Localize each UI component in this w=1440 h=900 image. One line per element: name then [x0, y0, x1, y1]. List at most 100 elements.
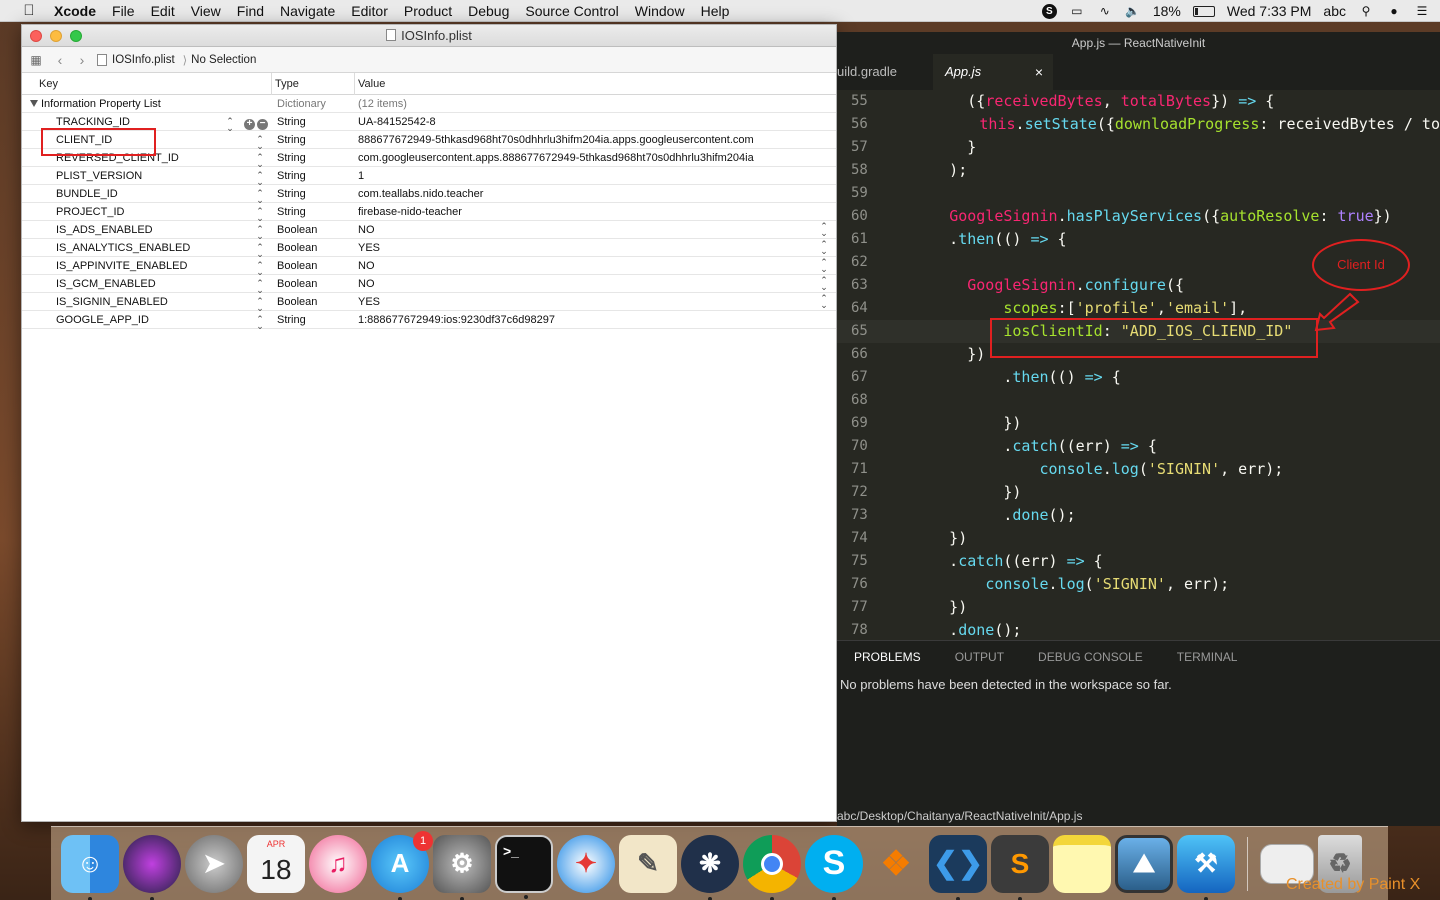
- volume-icon[interactable]: 🔈: [1125, 4, 1141, 18]
- row-value[interactable]: NO: [355, 224, 836, 236]
- tab-problems[interactable]: PROBLEMS: [837, 641, 938, 673]
- row-type[interactable]: String: [272, 134, 355, 146]
- key-stepper-icon[interactable]: ⌃ ⌄: [256, 314, 264, 330]
- key-stepper-icon[interactable]: ⌃ ⌄: [256, 278, 264, 294]
- plist-row[interactable]: IS_ANALYTICS_ENABLED ⌃ ⌄ Boolean YES ⌃ ⌄: [22, 239, 836, 258]
- dock-postman-icon[interactable]: ❖: [867, 835, 925, 893]
- dock-itunes-icon[interactable]: ♫: [309, 834, 367, 893]
- plist-row[interactable]: GOOGLE_APP_ID ⌃ ⌄ String 1:888677672949:io…: [22, 311, 836, 330]
- menu-editor[interactable]: Editor: [351, 3, 388, 19]
- key-stepper-icon[interactable]: ⌃ ⌄: [226, 116, 234, 132]
- row-type[interactable]: Boolean: [272, 224, 355, 236]
- back-arrow-icon[interactable]: ‹: [53, 52, 67, 68]
- tab-build-gradle[interactable]: uild.gradle: [837, 54, 933, 90]
- plist-root-row[interactable]: Information Property List Dictionary (12…: [22, 95, 836, 113]
- row-value[interactable]: UA-84152542-8: [355, 116, 836, 128]
- row-value[interactable]: YES: [355, 242, 836, 254]
- dock-photos-icon[interactable]: ⛰: [1115, 834, 1173, 893]
- plist-row[interactable]: IS_SIGNIN_ENABLED ⌃ ⌄ Boolean YES ⌃ ⌄: [22, 293, 836, 312]
- battery-percent[interactable]: 18%: [1153, 3, 1181, 19]
- dock-launchpad-icon[interactable]: ➤: [185, 834, 243, 893]
- row-type[interactable]: String: [272, 314, 355, 326]
- dock-chrome-icon[interactable]: [743, 834, 801, 900]
- row-value[interactable]: firebase-nido-teacher: [355, 206, 836, 218]
- row-value[interactable]: 1:888677672949:ios:9230df37c6d98297: [355, 314, 836, 326]
- tab-app-js[interactable]: App.js ×: [933, 54, 1053, 90]
- column-key[interactable]: Key: [22, 72, 272, 95]
- related-items-grid-icon[interactable]: ▦: [29, 53, 43, 67]
- dock-skype-icon[interactable]: S: [805, 834, 863, 900]
- key-stepper-icon[interactable]: ⌃ ⌄: [256, 242, 264, 258]
- menu-app-name[interactable]: Xcode: [54, 3, 96, 19]
- key-stepper-icon[interactable]: ⌃ ⌄: [256, 152, 264, 168]
- remove-row-icon[interactable]: −: [257, 118, 268, 130]
- row-value[interactable]: YES: [355, 296, 836, 308]
- menu-source-control[interactable]: Source Control: [525, 3, 618, 19]
- row-value[interactable]: 1: [355, 170, 836, 182]
- key-stepper-icon[interactable]: ⌃ ⌄: [256, 296, 264, 312]
- key-stepper-icon[interactable]: ⌃ ⌄: [256, 134, 264, 150]
- plist-row[interactable]: BUNDLE_ID ⌃ ⌄ String com.teallabs.nido.tea…: [22, 185, 836, 204]
- value-stepper-icon[interactable]: ⌃ ⌄: [820, 294, 828, 310]
- row-type[interactable]: Boolean: [272, 260, 355, 272]
- menu-window[interactable]: Window: [635, 3, 685, 19]
- plist-row[interactable]: IS_ADS_ENABLED ⌃ ⌄ Boolean NO ⌃ ⌄: [22, 221, 836, 240]
- jumpbar-selection[interactable]: No Selection: [191, 54, 256, 66]
- row-type[interactable]: Boolean: [272, 242, 355, 254]
- skype-status-icon[interactable]: S: [1041, 3, 1057, 19]
- clock[interactable]: Wed 7:33 PM: [1227, 3, 1312, 19]
- notification-center-icon[interactable]: ☰: [1414, 4, 1430, 18]
- tab-output[interactable]: OUTPUT: [938, 641, 1021, 673]
- value-stepper-icon[interactable]: ⌃ ⌄: [820, 258, 828, 274]
- value-stepper-icon[interactable]: ⌃ ⌄: [820, 240, 828, 256]
- dock-safari-icon[interactable]: ✦: [557, 834, 615, 893]
- dock-sourcetree-icon[interactable]: ❋: [681, 834, 739, 900]
- column-type[interactable]: Type: [272, 72, 355, 95]
- dock-notes-icon[interactable]: [1053, 834, 1111, 893]
- forward-arrow-icon[interactable]: ›: [75, 52, 89, 68]
- row-value[interactable]: com.teallabs.nido.teacher: [355, 188, 836, 200]
- row-type[interactable]: Boolean: [272, 296, 355, 308]
- key-stepper-icon[interactable]: ⌃ ⌄: [256, 224, 264, 240]
- column-value[interactable]: Value: [355, 73, 836, 95]
- plist-row[interactable]: IS_APPINVITE_ENABLED ⌃ ⌄ Boolean NO ⌃ ⌄: [22, 257, 836, 276]
- plist-row[interactable]: IS_GCM_ENABLED ⌃ ⌄ Boolean NO ⌃ ⌄: [22, 275, 836, 294]
- dock-xcode-icon[interactable]: ⚒: [1177, 834, 1235, 900]
- key-stepper-icon[interactable]: ⌃ ⌄: [256, 188, 264, 204]
- key-stepper-icon[interactable]: ⌃ ⌄: [256, 260, 264, 276]
- plist-row[interactable]: PLIST_VERSION ⌃ ⌄ String 1: [22, 167, 836, 186]
- code-editor[interactable]: 55 ({receivedBytes, totalBytes}) => { 56…: [837, 90, 1440, 640]
- row-value[interactable]: NO: [355, 260, 836, 272]
- row-type[interactable]: String: [272, 152, 355, 164]
- plist-row[interactable]: PROJECT_ID ⌃ ⌄ String firebase-nido-teache…: [22, 203, 836, 222]
- dock-app-store-icon[interactable]: A 1: [371, 830, 433, 900]
- menu-navigate[interactable]: Navigate: [280, 3, 335, 19]
- menu-help[interactable]: Help: [701, 3, 730, 19]
- value-stepper-icon[interactable]: ⌃ ⌄: [820, 276, 828, 292]
- row-type[interactable]: String: [272, 170, 355, 182]
- key-stepper-icon[interactable]: ⌃ ⌄: [256, 170, 264, 186]
- disclosure-triangle-icon[interactable]: [30, 99, 38, 107]
- add-row-icon[interactable]: +: [244, 118, 255, 130]
- dock-calendar-icon[interactable]: APR 18: [247, 834, 305, 893]
- user-name[interactable]: abc: [1323, 3, 1346, 19]
- siri-icon[interactable]: ●: [1386, 4, 1402, 18]
- dock-finder-icon[interactable]: ☺: [61, 834, 119, 900]
- menu-edit[interactable]: Edit: [151, 3, 175, 19]
- apple-icon[interactable]: : [18, 2, 40, 19]
- row-type[interactable]: String: [272, 116, 355, 128]
- dock-siri-icon[interactable]: [123, 834, 181, 900]
- menu-find[interactable]: Find: [237, 3, 264, 19]
- menu-debug[interactable]: Debug: [468, 3, 509, 19]
- dock-vscode-icon[interactable]: ❮❯: [929, 834, 987, 900]
- row-value[interactable]: NO: [355, 278, 836, 290]
- spotlight-search-icon[interactable]: ⚲: [1358, 4, 1374, 18]
- tab-debug-console[interactable]: DEBUG CONSOLE: [1021, 641, 1160, 673]
- tab-terminal[interactable]: TERMINAL: [1160, 641, 1255, 673]
- value-stepper-icon[interactable]: ⌃ ⌄: [820, 222, 828, 238]
- row-type[interactable]: Boolean: [272, 278, 355, 290]
- jumpbar-file[interactable]: IOSInfo.plist: [112, 54, 175, 66]
- wifi-icon[interactable]: ∿: [1097, 4, 1113, 18]
- row-value[interactable]: 888677672949-5thkasd968ht70s0dhhrlu3hifm…: [355, 134, 836, 146]
- dock-terminal-icon[interactable]: >_: [495, 834, 553, 899]
